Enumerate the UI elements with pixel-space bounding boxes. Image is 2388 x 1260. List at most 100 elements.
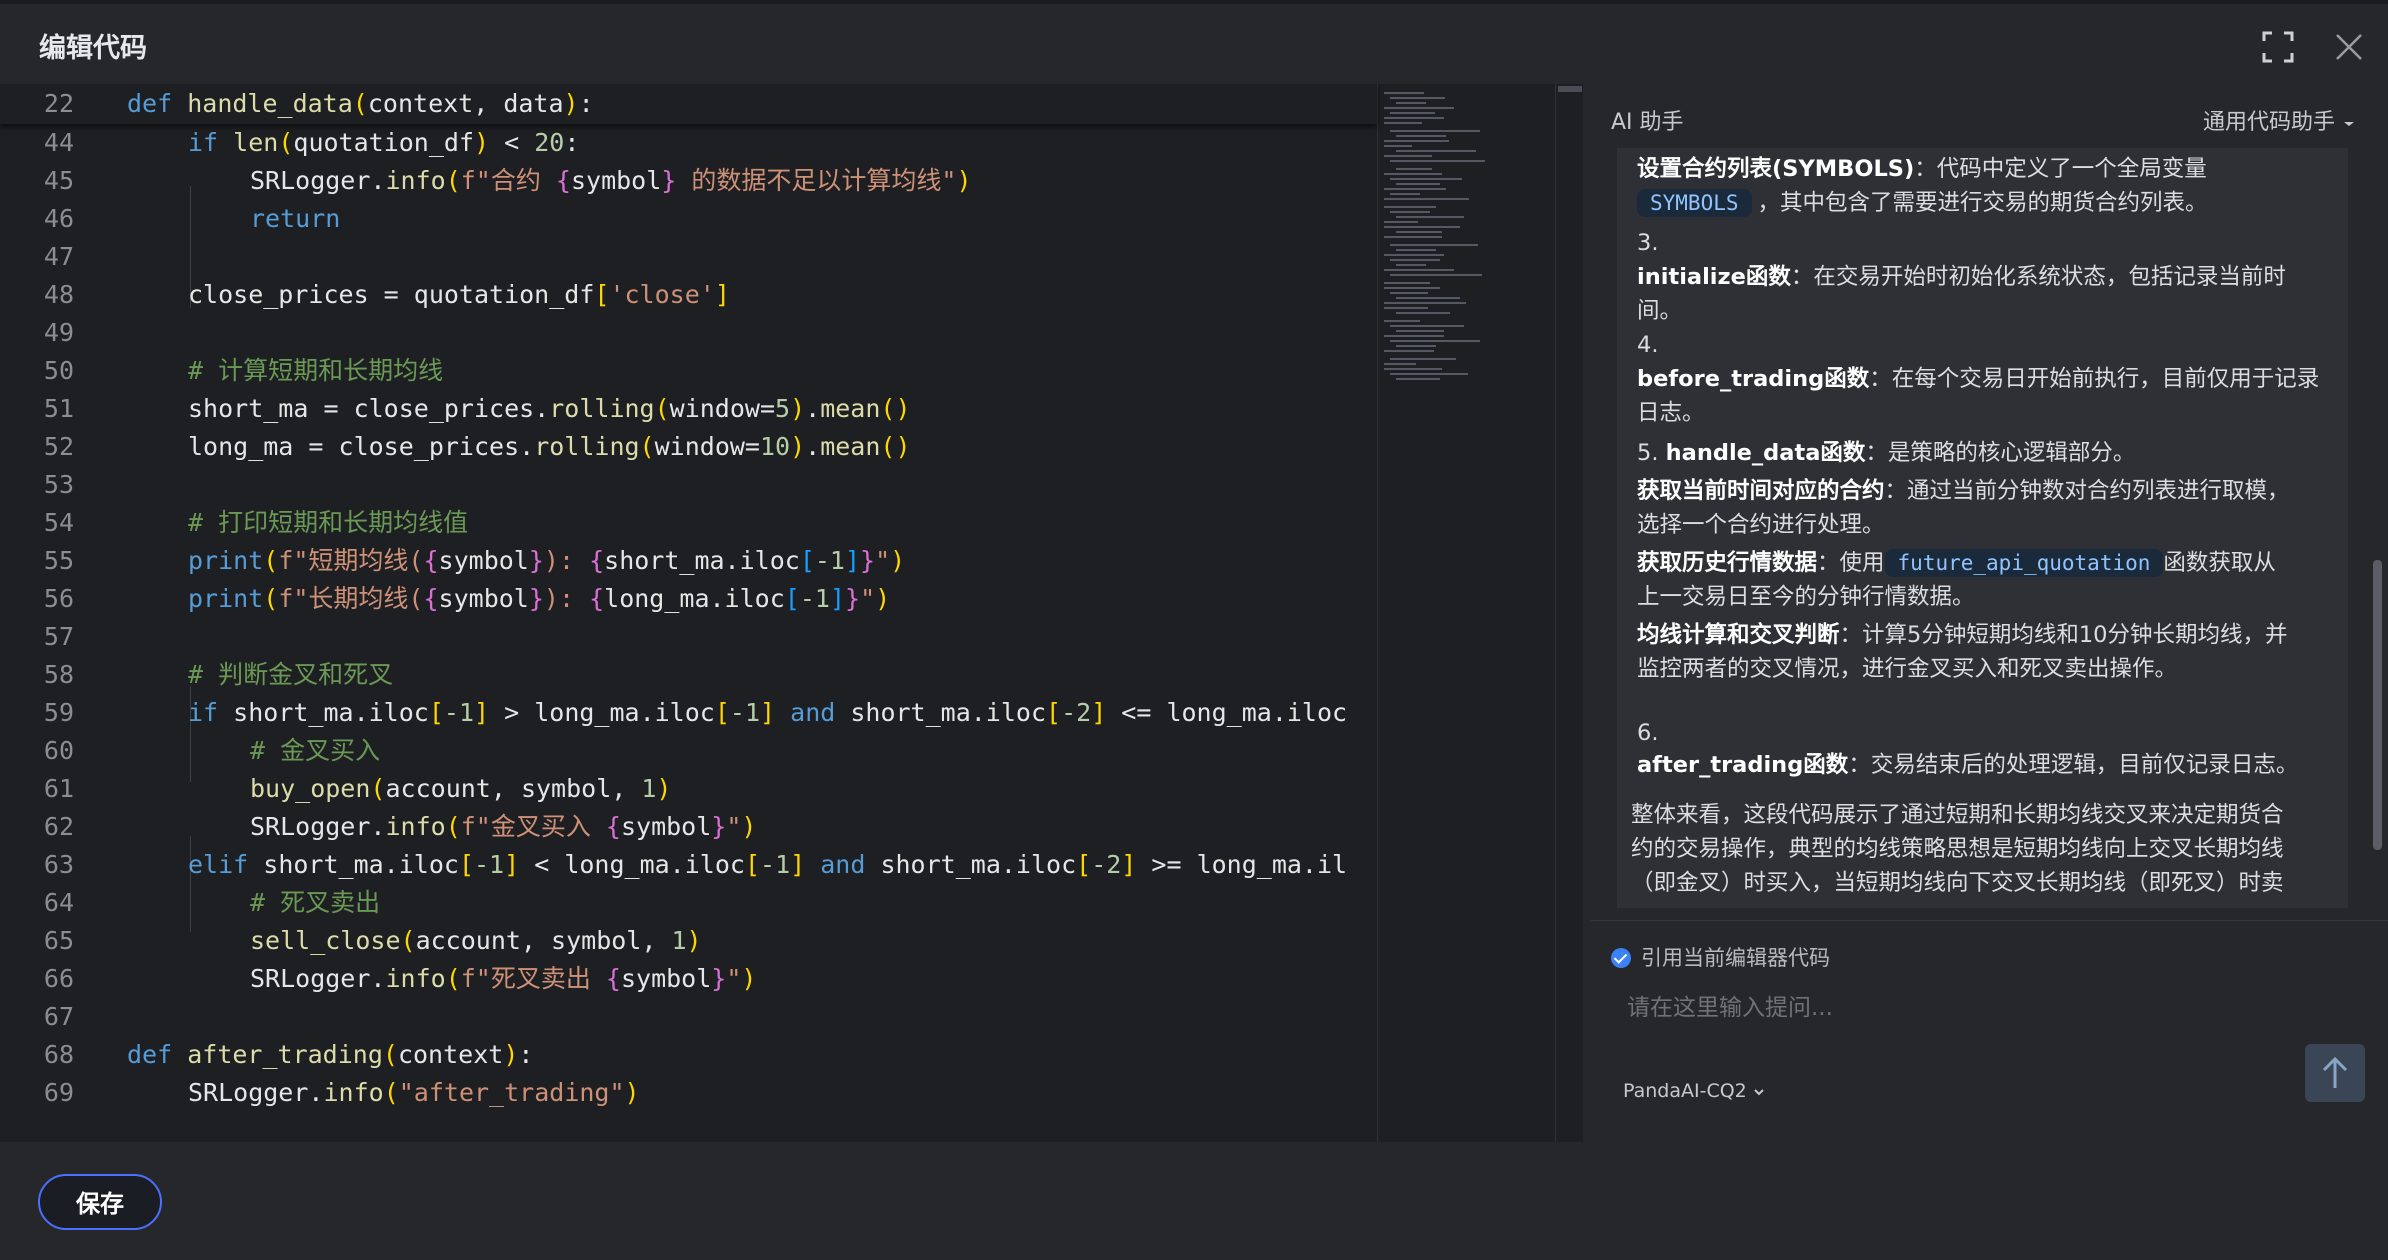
line-number: 56 [43, 584, 74, 613]
minimap-line [1384, 198, 1469, 200]
fullscreen-icon[interactable] [2261, 30, 2295, 64]
minimap-line [1384, 188, 1446, 190]
minimap-line [1390, 130, 1480, 132]
code-line[interactable]: 44 if len(quotation_df) < 20: [0, 124, 1380, 162]
assistant-mode-label: 通用代码助手 [2202, 110, 2335, 135]
sticky-code-line: def handle_data(context, data): [127, 89, 594, 118]
send-button[interactable] [2305, 1044, 2365, 1102]
minimap-line [1384, 254, 1444, 256]
line-number: 54 [43, 508, 74, 537]
scrollbar-thumb[interactable] [1558, 86, 1582, 92]
response-bold: after_trading函数 [1637, 752, 1849, 778]
response-text: 函数获取从 [2163, 550, 2276, 576]
reference-label: 引用当前编辑器代码 [1641, 946, 1830, 970]
code-line[interactable]: 50 # 计算短期和长期均线 [0, 352, 1380, 390]
response-line: 获取当前时间对应的合约：通过当前分钟数对合约列表进行取模， [1637, 474, 2337, 508]
code-line[interactable]: 55 print(f"短期均线({symbol}): {short_ma.iloc… [0, 542, 1380, 580]
code-line[interactable]: 64 # 死叉卖出 [0, 884, 1380, 922]
dialog-title: 编辑代码 [39, 33, 147, 64]
code-text: sell_close(account, symbol, 1) [250, 926, 702, 955]
line-number: 62 [43, 812, 74, 841]
minimap-line [1384, 363, 1416, 365]
list-number: 3. [1637, 230, 1659, 256]
code-line[interactable]: 60 # 金叉买入 [0, 732, 1380, 770]
inline-code: SYMBOLS [1637, 189, 1752, 217]
save-button[interactable]: 保存 [38, 1174, 162, 1230]
code-text: SRLogger.info("after_trading") [188, 1078, 640, 1107]
minimap-line [1390, 97, 1445, 99]
reference-editor-code-toggle[interactable]: 引用当前编辑器代码 [1611, 942, 1830, 972]
code-line[interactable]: 56 print(f"长期均线({symbol}): {long_ma.iloc[… [0, 580, 1380, 618]
code-line[interactable]: 52 long_ma = close_prices.rolling(window=… [0, 428, 1380, 466]
code-line[interactable]: 51 short_ma = close_prices.rolling(window… [0, 390, 1380, 428]
code-line[interactable]: 61 buy_open(account, symbol, 1) [0, 770, 1380, 808]
code-line[interactable]: 54 # 打印短期和长期均线值 [0, 504, 1380, 542]
code-line[interactable]: 57 [0, 618, 1380, 656]
response-bold: 设置合约列表(SYMBOLS) [1637, 156, 1915, 182]
code-line[interactable]: 45 SRLogger.info(f"合约 {symbol} 的数据不足以计算均线… [0, 162, 1380, 200]
response-text: ：在每个交易日开始前执行，目前仅用于记录 [1869, 366, 2320, 392]
minimap-line [1384, 282, 1430, 284]
response-line: after_trading函数：交易结束后的处理逻辑，目前仅记录日志。 [1637, 748, 2337, 782]
response-line: initialize函数：在交易开始时初始化系统状态，包括记录当前时 [1637, 260, 2337, 294]
minimap-line [1384, 155, 1432, 157]
minimap-line [1390, 358, 1456, 360]
response-text: 间。 [1637, 298, 1683, 324]
response-text: ：是策略的核心逻辑部分。 [1865, 440, 2136, 466]
response-bold: before_trading函数 [1637, 366, 1870, 392]
code-editor[interactable]: 22 def handle_data(context, data): 44 if … [0, 84, 1583, 1142]
code-line[interactable]: 66 SRLogger.info(f"死叉卖出 {symbol}") [0, 960, 1380, 998]
minimap-line [1390, 274, 1482, 276]
code-line[interactable]: 65 sell_close(account, symbol, 1) [0, 922, 1380, 960]
code-line[interactable]: 58 # 判断金叉和死叉 [0, 656, 1380, 694]
code-minimap[interactable] [1377, 84, 1556, 1142]
close-icon[interactable] [2332, 30, 2366, 64]
sticky-scroll-header[interactable]: 22 def handle_data(context, data): [0, 84, 1377, 124]
code-line[interactable]: 62 SRLogger.info(f"金叉买入 {symbol}") [0, 808, 1380, 846]
code-line[interactable]: 59 if short_ma.iloc[-1] > long_ma.iloc[-1… [0, 694, 1380, 732]
ai-response-scrollbar[interactable] [2371, 146, 2384, 916]
code-line[interactable]: 48 close_prices = quotation_df['close'] [0, 276, 1380, 314]
response-text: 整体来看，这段代码展示了通过短期和长期均线交叉来决定期货合 [1631, 802, 2284, 828]
minimap-line [1390, 160, 1485, 162]
response-text: ：在交易开始时初始化系统状态，包括记录当前时 [1790, 264, 2286, 290]
code-line[interactable]: 46 return [0, 200, 1380, 238]
dialog-footer: 保存 [0, 1142, 2388, 1260]
code-line[interactable]: 69 SRLogger.info("after_trading") [0, 1074, 1380, 1112]
code-line[interactable]: 53 [0, 466, 1380, 504]
minimap-line [1390, 373, 1468, 375]
minimap-line [1384, 140, 1449, 142]
code-line[interactable]: 67 [0, 998, 1380, 1036]
line-number: 50 [43, 356, 74, 385]
code-line[interactable]: 68 def after_trading(context): [0, 1036, 1380, 1074]
scrollbar-thumb[interactable] [2373, 560, 2382, 850]
minimap-line [1384, 302, 1466, 304]
minimap-line [1384, 92, 1424, 94]
minimap-line [1396, 378, 1440, 380]
minimap-line [1396, 102, 1426, 104]
code-line[interactable]: 49 [0, 314, 1380, 352]
minimap-line [1390, 340, 1480, 342]
code-text: SRLogger.info(f"死叉卖出 {symbol}") [250, 964, 757, 993]
minimap-line [1384, 335, 1444, 337]
minimap-line [1384, 350, 1434, 352]
response-text: （即金叉）时买入，当短期均线向下交叉长期均线（即死叉）时卖 [1631, 870, 2284, 896]
minimap-line [1384, 307, 1428, 309]
question-input[interactable]: 请在这里输入提问... [1627, 988, 1833, 1022]
model-select[interactable]: PandaAI-CQ2 [1623, 1080, 1765, 1102]
editor-scrollbar[interactable] [1555, 84, 1583, 1142]
line-number: 51 [43, 394, 74, 423]
check-circle-icon[interactable] [1611, 948, 1631, 968]
code-line[interactable]: 63 elif short_ma.iloc[-1] < long_ma.iloc[… [0, 846, 1380, 884]
code-line[interactable]: 47 [0, 238, 1380, 276]
list-number: 6. [1637, 720, 1659, 746]
line-number: 55 [43, 546, 74, 575]
line-number: 45 [43, 166, 74, 195]
assistant-mode-select[interactable]: 通用代码助手 [2203, 104, 2356, 136]
ai-response: 设置合约列表(SYMBOLS)：代码中定义了一个全局变量 SYMBOLS ，其中包… [1617, 148, 2348, 908]
minimap-line [1384, 320, 1420, 322]
minimap-line [1396, 264, 1426, 266]
code-text: def after_trading(context): [127, 1040, 534, 1069]
response-bold: initialize函数 [1637, 264, 1791, 290]
code-text: if short_ma.iloc[-1] > long_ma.iloc[-1] … [188, 698, 1348, 727]
